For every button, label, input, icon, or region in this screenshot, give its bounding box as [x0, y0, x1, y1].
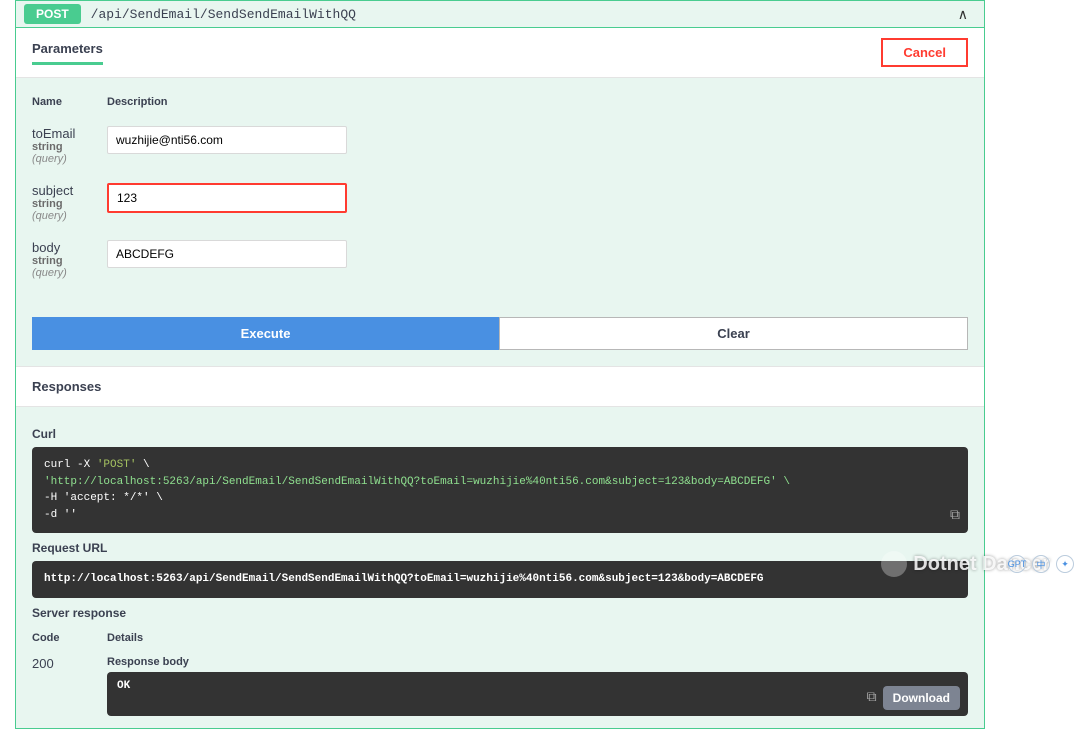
param-name: toEmail — [32, 126, 107, 141]
param-type: string — [32, 141, 107, 153]
param-type: string — [32, 198, 107, 210]
cancel-button[interactable]: Cancel — [881, 38, 968, 67]
action-row: Execute Clear — [16, 317, 984, 366]
curl-label: Curl — [32, 427, 968, 441]
execute-button[interactable]: Execute — [32, 317, 499, 350]
response-body-label: Response body — [107, 656, 968, 668]
operation-header[interactable]: POST /api/SendEmail/SendSendEmailWithQQ … — [16, 1, 984, 28]
param-name: body — [32, 240, 107, 255]
server-response-label: Server response — [32, 606, 968, 620]
method-badge: POST — [24, 4, 81, 24]
chevron-up-icon[interactable]: ∧ — [958, 6, 968, 23]
col-name: Name — [32, 96, 107, 108]
toEmail-input[interactable] — [107, 126, 347, 154]
param-in: (query) — [32, 267, 107, 279]
responses-header: Responses — [16, 366, 984, 407]
clear-button[interactable]: Clear — [499, 317, 968, 350]
curl-block: curl -X 'POST' \ 'http://localhost:5263/… — [32, 447, 968, 533]
param-in: (query) — [32, 153, 107, 165]
side-tool-icons: GPT 中 ✦ — [1008, 555, 1074, 573]
param-type: string — [32, 255, 107, 267]
parameters-header: Parameters Cancel — [16, 28, 984, 78]
col-description: Description — [107, 96, 168, 108]
subject-input[interactable] — [107, 183, 347, 213]
operation-path: /api/SendEmail/SendSendEmailWithQQ — [91, 7, 356, 22]
col-details: Details — [107, 632, 143, 644]
response-row: 200 Response body OK ⧉ Download — [32, 656, 968, 716]
param-in: (query) — [32, 210, 107, 222]
copy-icon[interactable]: ⧉ — [867, 690, 877, 706]
gpt-icon[interactable]: GPT — [1008, 555, 1026, 573]
tool-icon[interactable]: ✦ — [1056, 555, 1074, 573]
responses-body: Curl curl -X 'POST' \ 'http://localhost:… — [16, 407, 984, 728]
parameters-table: Name Description toEmail string (query) … — [16, 78, 984, 317]
param-row: toEmail string (query) — [32, 126, 968, 165]
download-button[interactable]: Download — [883, 686, 960, 710]
col-code: Code — [32, 632, 107, 644]
status-code: 200 — [32, 656, 107, 671]
parameters-title: Parameters — [32, 41, 103, 65]
body-input[interactable] — [107, 240, 347, 268]
response-body-block: OK ⧉ Download — [107, 672, 968, 716]
swagger-operation: POST /api/SendEmail/SendSendEmailWithQQ … — [15, 0, 985, 729]
responses-title: Responses — [32, 379, 968, 394]
lang-icon[interactable]: 中 — [1032, 555, 1050, 573]
request-url-label: Request URL — [32, 541, 968, 555]
param-row: subject string (query) — [32, 183, 968, 222]
copy-icon[interactable]: ⧉ — [950, 506, 960, 527]
request-url-block: http://localhost:5263/api/SendEmail/Send… — [32, 561, 968, 598]
param-name: subject — [32, 183, 107, 198]
param-row: body string (query) — [32, 240, 968, 279]
